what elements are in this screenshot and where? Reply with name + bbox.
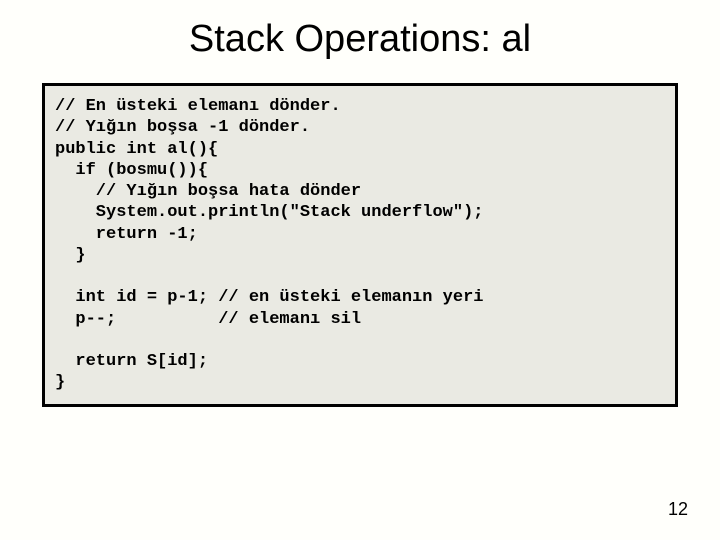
code-line: // Yığın boşsa hata dönder <box>55 182 361 201</box>
code-line: // Yığın boşsa -1 dönder. <box>55 118 310 137</box>
slide-title: Stack Operations: al <box>0 0 720 61</box>
code-line: return S[id]; <box>55 352 208 371</box>
code-line: public int al(){ <box>55 140 218 159</box>
code-block: // En üsteki elemanı dönder. // Yığın bo… <box>42 83 678 407</box>
code-line: } <box>55 373 65 392</box>
code-line: return -1; <box>55 225 198 244</box>
code-line: System.out.println("Stack underflow"); <box>55 203 483 222</box>
code-line: } <box>55 246 86 265</box>
page-number: 12 <box>668 499 688 520</box>
code-line: p--; // elemanı sil <box>55 310 361 329</box>
code-line: if (bosmu()){ <box>55 161 208 180</box>
code-line: int id = p-1; // en üsteki elemanın yeri <box>55 288 483 307</box>
code-line: // En üsteki elemanı dönder. <box>55 97 341 116</box>
code-content: // En üsteki elemanı dönder. // Yığın bo… <box>55 96 665 394</box>
